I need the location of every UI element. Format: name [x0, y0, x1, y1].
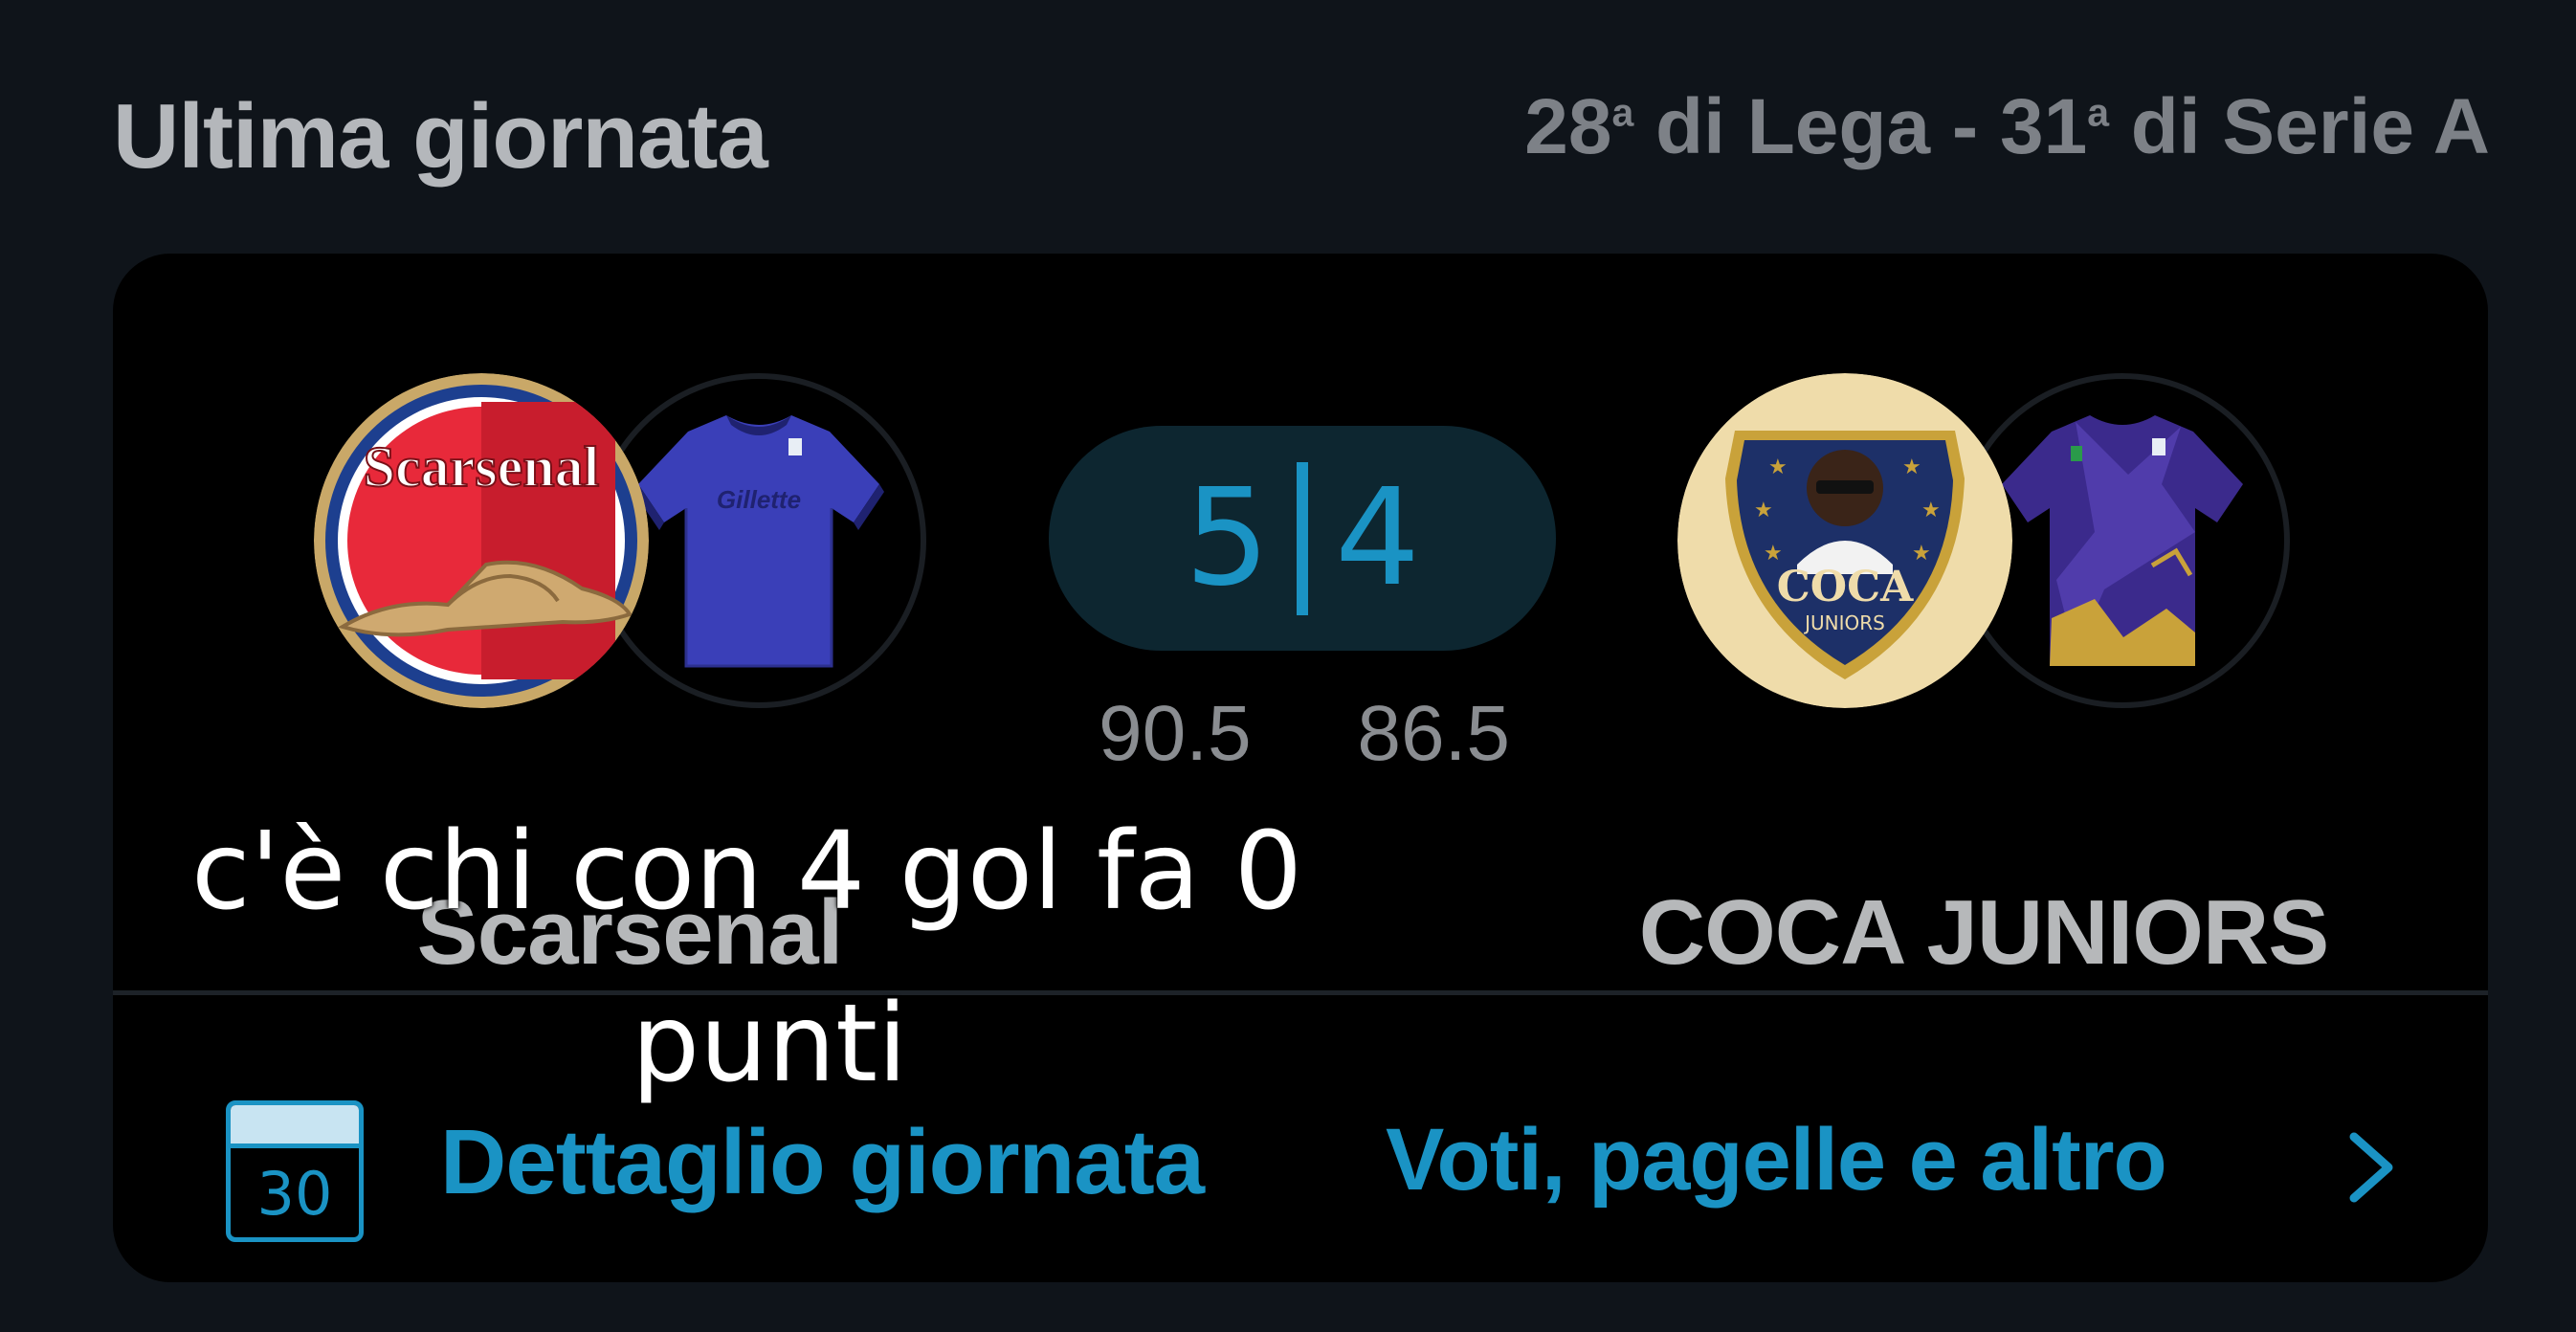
page: Ultima giornata 28a di Lega - 31a di Ser…	[0, 0, 2576, 1332]
league-round-number: 28	[1524, 83, 1612, 170]
away-score: 4	[1335, 460, 1421, 616]
round-info: 28a di Lega - 31a di Serie A	[1524, 82, 2490, 172]
detail-sublabel[interactable]: Voti, pagelle e altro	[1386, 1110, 2167, 1210]
chevron-right-icon[interactable]	[2333, 1129, 2409, 1206]
home-team-badges: Gillette Scarsenal	[314, 373, 926, 718]
league-round-label: di Lega -	[1633, 83, 2000, 170]
home-points: 90.5	[1099, 690, 1252, 777]
calendar-day: 30	[256, 1159, 333, 1229]
home-team-logo: Scarsenal	[314, 373, 649, 708]
score-separator	[1297, 461, 1308, 615]
match-card[interactable]: Gillette Scarsenal Scarsenal 5 4 90.5 86…	[113, 254, 2488, 1282]
section-title: Ultima giornata	[113, 85, 768, 188]
detail-label[interactable]: Dettaglio giornata	[440, 1110, 1205, 1215]
away-team-logo: ★ ★ ★ ★ ★ ★ COCA JUNIORS	[1677, 373, 2012, 708]
home-score: 5	[1184, 460, 1270, 616]
seriea-round-label: di Serie A	[2109, 83, 2490, 170]
home-jersey-sponsor: Gillette	[717, 485, 801, 514]
coca-juniors-logo-icon: ★ ★ ★ ★ ★ ★ COCA JUNIORS	[1677, 373, 2012, 708]
away-points: 86.5	[1357, 690, 1510, 777]
home-logo-text: Scarsenal	[364, 435, 600, 499]
league-round-ordinal: a	[1611, 90, 1634, 135]
away-logo-text: COCA	[1777, 563, 1914, 611]
seriea-round-number: 31	[1999, 83, 2088, 170]
svg-text:★: ★	[1912, 542, 1931, 566]
away-logo-subtext: JUNIORS	[1803, 611, 1885, 634]
away-team-badges: ★ ★ ★ ★ ★ ★ COCA JUNIORS	[1677, 373, 2290, 718]
away-team-name: COCA JUNIORS	[1638, 881, 2330, 984]
scarsenal-logo-icon: Scarsenal	[314, 373, 649, 708]
seriea-round-ordinal: a	[2087, 90, 2109, 135]
caption-line-1: c'è chi con 4 gol fa 0	[191, 810, 1302, 934]
home-team[interactable]: Gillette Scarsenal Scarsenal	[314, 373, 926, 984]
calendar-icon: 30	[226, 1100, 364, 1242]
score-pill[interactable]: 5 4	[1049, 426, 1556, 651]
fantasy-points: 90.5 86.5	[1099, 689, 1510, 779]
matchday-detail-link[interactable]: 30 Dettaglio giornata Voti, pagelle e al…	[113, 995, 2488, 1282]
svg-text:★: ★	[1902, 455, 1921, 479]
svg-text:★: ★	[1754, 499, 1773, 522]
svg-text:★: ★	[1768, 455, 1788, 479]
away-team[interactable]: ★ ★ ★ ★ ★ ★ COCA JUNIORS COCA JUNIORS	[1639, 373, 2329, 984]
svg-text:★: ★	[1921, 499, 1941, 522]
caption-line-2: punti	[632, 982, 908, 1106]
